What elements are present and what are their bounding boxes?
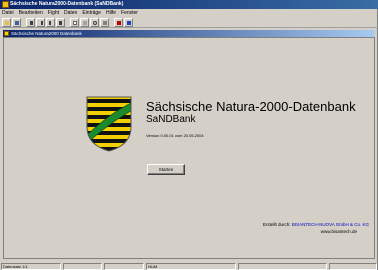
status-cell <box>237 262 328 270</box>
mdi-child-title-bar: Sächsische Natura2000 Datenbank <box>3 30 375 37</box>
toolbar-separator <box>22 18 25 27</box>
delete-record-button[interactable] <box>80 17 89 27</box>
title-bar: Sächsische Natura2000-Datenbank (SaNDBan… <box>0 0 378 9</box>
toolbar-separator <box>66 18 69 27</box>
app-icon <box>2 1 9 8</box>
first-record-button[interactable] <box>26 17 35 27</box>
status-bar: Datensatz 1/1 NUM <box>0 262 378 270</box>
app-subtitle: SaNDBank <box>146 114 196 125</box>
prev-record-button[interactable] <box>36 17 45 27</box>
status-cell <box>104 262 145 270</box>
menu-hilfe[interactable]: Hilfe <box>106 9 116 17</box>
save-icon <box>15 20 19 25</box>
prev-icon <box>39 20 43 25</box>
save-button[interactable] <box>12 17 21 27</box>
last-record-button[interactable] <box>56 17 65 27</box>
search-button[interactable] <box>90 17 99 27</box>
document-icon <box>4 31 9 36</box>
toolbar-separator <box>110 18 113 27</box>
menu-fenster[interactable]: Fenster <box>121 9 138 17</box>
exit-button[interactable] <box>124 17 133 27</box>
print-button[interactable] <box>100 17 109 27</box>
help-button[interactable] <box>114 17 123 27</box>
credit-company: BISANTECH-NUOVA GmbH & Co. KG <box>291 222 369 227</box>
delete-icon <box>83 20 87 25</box>
status-cell <box>62 262 103 270</box>
toolbar <box>0 17 378 28</box>
print-icon <box>103 20 107 25</box>
next-record-button[interactable] <box>46 17 55 27</box>
saxony-coat-of-arms-icon <box>86 96 132 152</box>
mdi-child-title: Sächsische Natura2000 Datenbank <box>11 31 82 36</box>
credit-line: Erstellt durch: BISANTECH-NUOVA GmbH & C… <box>263 222 369 227</box>
start-button[interactable]: Starten <box>147 164 185 175</box>
menu-bar: Datei Bearbeiten Fight Daten Einträge Hi… <box>0 9 378 17</box>
open-icon <box>5 20 9 25</box>
app-title: Sächsische Natura-2000-Datenbank <box>146 99 356 114</box>
credit-prefix: Erstellt durch: <box>263 222 291 227</box>
credit-url: www.bisantech.de <box>320 229 357 234</box>
menu-fight[interactable]: Fight <box>48 9 59 17</box>
menu-eintraege[interactable]: Einträge <box>82 9 101 17</box>
exit-icon <box>127 20 131 25</box>
menu-daten[interactable]: Daten <box>64 9 77 17</box>
menu-bearbeiten[interactable]: Bearbeiten <box>19 9 43 17</box>
help-icon <box>117 20 121 25</box>
version-info: Version 0.00.01 vom 20.05.2004 <box>146 133 204 138</box>
new-record-button[interactable] <box>70 17 79 27</box>
status-num: NUM <box>146 262 236 270</box>
status-cell <box>329 262 377 270</box>
application-window: Sächsische Natura2000-Datenbank (SaNDBan… <box>0 0 378 270</box>
window-title: Sächsische Natura2000-Datenbank (SaNDBan… <box>10 1 124 7</box>
search-icon <box>93 20 97 25</box>
status-record: Datensatz 1/1 <box>1 262 61 270</box>
menu-datei[interactable]: Datei <box>2 9 14 17</box>
first-icon <box>29 20 33 25</box>
new-icon <box>73 20 77 25</box>
open-button[interactable] <box>2 17 11 27</box>
next-icon <box>49 20 53 25</box>
last-icon <box>59 20 63 25</box>
